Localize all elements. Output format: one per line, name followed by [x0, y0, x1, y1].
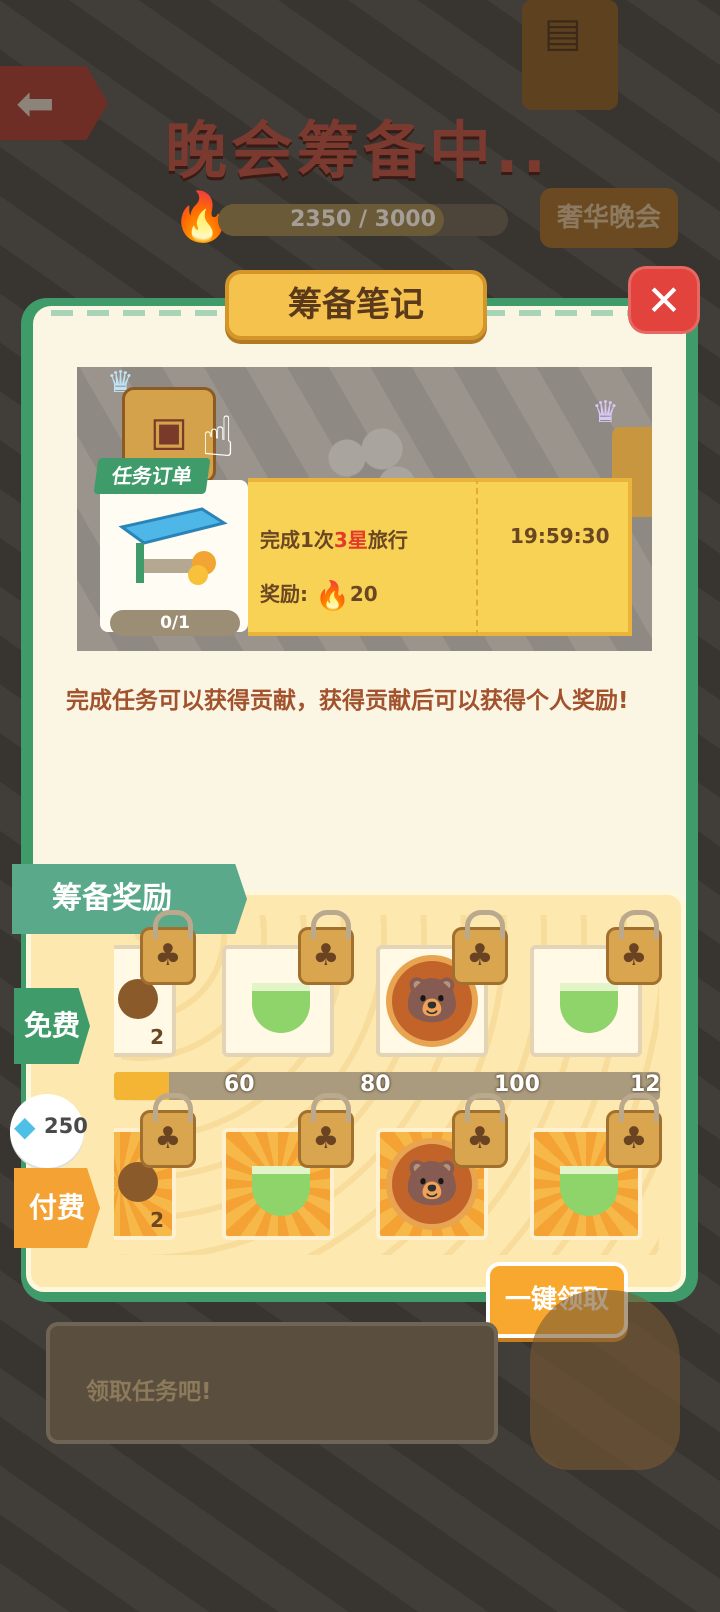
acorn-icon — [118, 1162, 158, 1202]
gem-icon: ◆ — [14, 1110, 36, 1143]
progress-tick-label: 60 — [224, 1072, 255, 1097]
lock-icon: ♣ — [452, 910, 508, 985]
clipboard-button[interactable]: ▤ — [522, 0, 618, 110]
order-timer-box — [476, 478, 632, 636]
gem-count: 250 — [44, 1114, 88, 1138]
reward-count: 2 — [150, 1025, 164, 1049]
free-track-label: 免费 — [14, 988, 90, 1064]
clipboard-icon: ▤ — [544, 10, 582, 56]
party-title: 晚会筹备中.. — [165, 114, 551, 187]
bus-stop-shelter-icon — [118, 507, 228, 585]
acorn-icon — [118, 979, 158, 1019]
task-suffix: 旅行 — [367, 528, 408, 552]
crown-icon: ♛ — [592, 395, 619, 430]
paid-track-label[interactable]: 付费 — [14, 1168, 100, 1248]
close-icon: ✕ — [646, 276, 682, 325]
panel-title: 筹备笔记 — [225, 270, 487, 340]
order-reward: 奖励: 🔥20 — [260, 578, 378, 612]
lock-icon: ♣ — [140, 1093, 196, 1168]
order-task-text: 完成1次3星旅行 — [260, 524, 408, 553]
soup-bowl-icon — [252, 983, 310, 1033]
party-progress-bar: 2350 / 3000 — [218, 204, 508, 236]
cat-character-icon — [530, 1290, 680, 1470]
soup-bowl-icon — [560, 983, 618, 1033]
order-timer: 19:59:30 — [510, 524, 610, 548]
close-button[interactable]: ✕ — [628, 266, 700, 334]
progress-tick-label: 100 — [494, 1072, 540, 1097]
campfire-icon: 🔥 — [314, 579, 350, 612]
lock-icon: ♣ — [606, 910, 662, 985]
soup-bowl-icon — [252, 1166, 310, 1216]
back-arrow-icon: ⬅ — [16, 76, 55, 130]
lock-icon: ♣ — [452, 1093, 508, 1168]
reward-value: 20 — [349, 582, 378, 606]
lock-icon: ♣ — [298, 910, 354, 985]
party-progress-text: 2350 / 3000 — [290, 207, 436, 232]
reward-count: 2 — [150, 1208, 164, 1232]
back-button[interactable]: ⬅ — [0, 66, 108, 140]
progress-tick-label: 80 — [360, 1072, 391, 1097]
rewards-label: 筹备奖励 — [12, 864, 247, 934]
task-prefix: 完成1次 — [260, 528, 334, 552]
lock-icon: ♣ — [140, 910, 196, 985]
task-highlight: 3星 — [333, 528, 368, 552]
lock-icon: ♣ — [606, 1093, 662, 1168]
order-tag: 任务订单 — [93, 458, 211, 494]
luxury-party-button[interactable]: 奢华晚会 — [540, 188, 678, 248]
order-progress: 0/1 — [110, 610, 240, 636]
lock-icon: ♣ — [298, 1093, 354, 1168]
order-details — [248, 478, 476, 636]
reward-label: 奖励: — [260, 582, 308, 606]
panel-description: 完成任务可以获得贡献，获得贡献后可以获得个人奖励! — [66, 688, 629, 714]
speech-text: 领取任务吧! — [86, 1379, 212, 1405]
soup-bowl-icon — [560, 1166, 618, 1216]
